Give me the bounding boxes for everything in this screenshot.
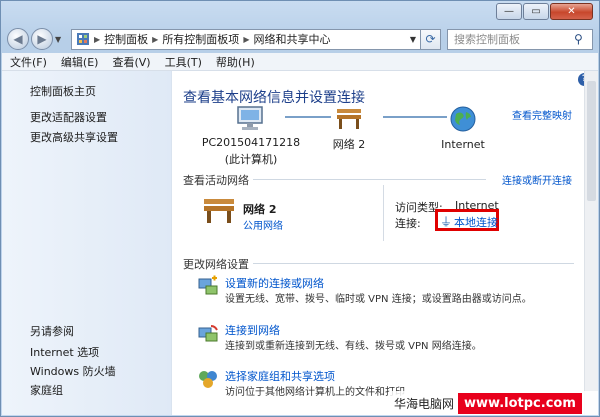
watermark: 华海电脑网 www.lotpc.com [390,391,598,415]
sidebar: 控制面板主页 更改适配器设置 更改高级共享设置 另请参阅 Internet 选项… [2,71,172,415]
menu-bar: 文件(F) 编辑(E) 查看(V) 工具(T) 帮助(H) [2,53,598,71]
page-title: 查看基本网络信息并设置连接 [183,90,365,106]
network-type-link[interactable]: 公用网络 [243,217,283,232]
navigation-bar: ◀ ▶ ▼ ▶ 控制面板 ▶ 所有控制面板项 ▶ 网络和共享中心 ▼ ⟳ 搜索控… [7,27,593,51]
bench-icon [204,199,234,223]
task-description: 设置无线、宽带、拨号、临时或 VPN 连接；或设置路由器或访问点。 [225,294,532,305]
vertical-divider [383,185,384,241]
full-map-link[interactable]: 查看完整映射 [512,107,572,122]
active-network-name: 网络 2 [243,203,277,216]
content-area: 控制面板主页 更改适配器设置 更改高级共享设置 另请参阅 Internet 选项… [2,71,598,415]
scrollbar-thumb[interactable] [587,81,596,201]
search-box[interactable]: 搜索控制面板 ⚲ [447,28,593,50]
address-dropdown-icon[interactable]: ▼ [406,35,420,44]
vertical-scrollbar[interactable] [584,71,598,415]
map-internet-node[interactable]: Internet [435,105,491,151]
refresh-icon[interactable]: ⟳ [421,28,441,50]
sidebar-sharing-settings-link[interactable]: 更改高级共享设置 [30,129,118,145]
new-connection-icon [198,275,218,295]
breadcrumb-all-items[interactable]: 所有控制面板项 [162,31,239,47]
close-button[interactable]: ✕ [550,3,593,20]
watermark-text: 华海电脑网 [394,396,455,411]
globe-icon [450,106,476,132]
change-settings-heading: 更改网络设置 [183,258,249,271]
see-also-internet-options-link[interactable]: Internet 选项 [30,344,99,360]
address-bar[interactable]: ▶ 控制面板 ▶ 所有控制面板项 ▶ 网络和共享中心 ▼ [71,28,421,50]
chevron-right-icon: ▶ [243,34,250,44]
network-adapter-icon: ⏚ [440,215,453,229]
see-also-homegroup-link[interactable]: 家庭组 [30,382,63,398]
connect-network-icon [198,325,218,342]
local-connection-label: 本地连接 [454,215,499,229]
section-divider [253,179,486,180]
local-connection-link[interactable]: ⏚ 本地连接 [440,213,498,230]
maximize-button[interactable]: ▭ [523,3,549,20]
menu-file[interactable]: 文件(F) [10,54,47,70]
map-network-name: 网络 2 [332,138,366,151]
connect-disconnect-link[interactable]: 连接或断开连接 [502,172,572,187]
task-title: 选择家庭组和共享选项 [225,370,335,383]
computer-icon [237,106,263,130]
section-divider [253,263,574,264]
back-arrow-icon[interactable]: ◀ [7,28,29,50]
see-also-heading: 另请参阅 [30,325,74,338]
map-internet-label: Internet [441,138,485,151]
task-description: 连接到或重新连接到无线、有线、拨号或 VPN 网络连接。 [225,341,482,352]
see-also-firewall-link[interactable]: Windows 防火墙 [30,363,116,379]
menu-help[interactable]: 帮助(H) [216,54,255,70]
window: — ▭ ✕ ◀ ▶ ▼ ▶ 控制面板 ▶ 所有控制面板项 ▶ 网络和共享中心 ▼… [0,0,600,417]
breadcrumb-control-panel[interactable]: 控制面板 [104,31,148,47]
menu-view[interactable]: 查看(V) [112,54,150,70]
forward-arrow-icon[interactable]: ▶ [31,28,53,50]
computer-subtitle: (此计算机) [224,153,278,166]
computer-name: PC201504171218 [201,136,301,149]
watermark-badge: www.lotpc.com [458,392,582,414]
menu-tools[interactable]: 工具(T) [165,54,202,70]
bench-icon [337,109,361,129]
chevron-right-icon: ▶ [94,34,101,44]
chevron-right-icon: ▶ [152,34,159,44]
map-network-node[interactable]: 网络 2 [321,105,377,152]
window-controls: — ▭ ✕ [496,3,593,20]
control-panel-icon [77,33,89,45]
search-icon[interactable]: ⚲ [574,32,592,46]
task-title: 连接到网络 [225,324,280,337]
search-placeholder: 搜索控制面板 [454,33,520,46]
sidebar-home-link[interactable]: 控制面板主页 [30,83,96,99]
map-computer-node[interactable]: PC201504171218 (此计算机) [201,105,301,167]
task-title: 设置新的连接或网络 [225,277,324,290]
connections-label: 连接: [395,217,421,230]
sidebar-adapter-settings-link[interactable]: 更改适配器设置 [30,109,107,125]
breadcrumb-network-center[interactable]: 网络和共享中心 [253,31,330,47]
main-panel: ? 查看基本网络信息并设置连接 查看完整映射 PC201504171218 (此… [173,71,598,415]
menu-edit[interactable]: 编辑(E) [61,54,99,70]
active-networks-heading: 查看活动网络 [183,174,249,187]
minimize-button[interactable]: — [496,3,522,20]
task-description: 访问位于其他网络计算机上的文件和打印 [225,387,405,398]
homegroup-icon [199,371,217,388]
history-dropdown-icon[interactable]: ▼ [55,35,67,44]
